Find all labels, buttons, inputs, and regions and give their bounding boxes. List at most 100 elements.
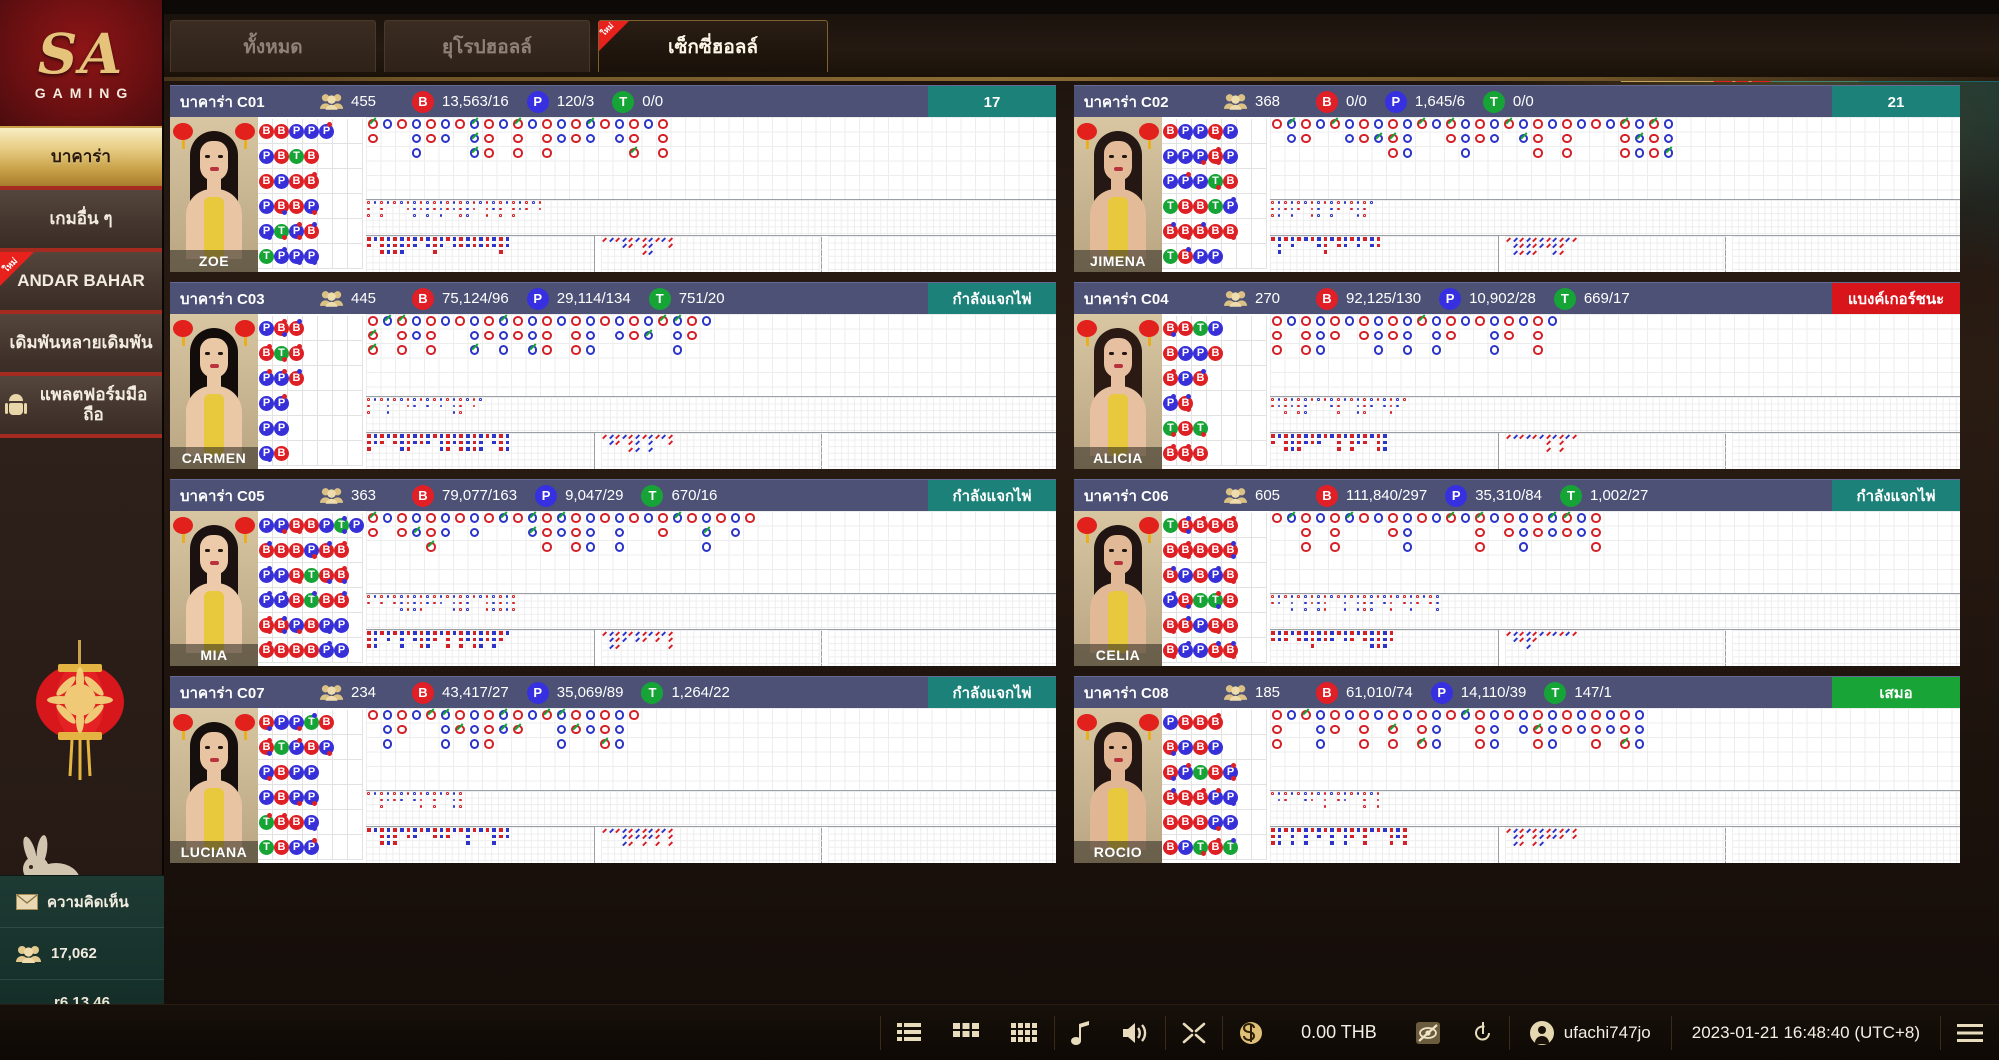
roads-panel[interactable] (366, 511, 1056, 666)
bead-cell: P (258, 785, 274, 810)
bead-cell: B (258, 710, 274, 735)
bead-cell: B (258, 538, 274, 563)
bead-cell: B (273, 638, 289, 663)
table-card[interactable]: บาคาร่า C08 185 B 61,010/74 P 14,110/39 T 147/1… (1074, 676, 1960, 863)
sidebar-item-multibet[interactable]: เดิมพันหลายเดิมพัน (0, 314, 162, 376)
bead-plate-road[interactable]: BBTPBPPBBPBPBTBTBBB (1162, 314, 1270, 469)
cockroach-pig-road (601, 433, 822, 469)
bead-plate-road[interactable]: BPPBPPPPBPPPPTBTBBTPBBBBBTBPP (1162, 117, 1270, 272)
table-card[interactable]: บาคาร่า C05 363 B 79,077/163 P 9,047/29 T 670/1… (170, 479, 1056, 666)
table-card[interactable]: บาคาร่า C04 270 B 92,125/130 P 10,902/28 T 669/… (1074, 282, 1960, 469)
table-card[interactable]: บาคาร่า C03 445 B 75,124/96 P 29,114/134 T 751/… (170, 282, 1056, 469)
grid-view-icon[interactable] (937, 1005, 995, 1060)
coin-icon[interactable] (1223, 1005, 1279, 1060)
roads-panel[interactable] (366, 708, 1056, 863)
bead-plate-road[interactable]: TBBBBBBBBBBPBPBPBTTBBBPBBBPPBB (1162, 511, 1270, 666)
dealer-name: LUCIANA (170, 841, 258, 863)
table-card[interactable]: บาคาร่า C07 234 B 43,417/27 P 35,069/89 T 1,264… (170, 676, 1056, 863)
sidebar-item-label: ANDAR BAHAR (17, 271, 145, 290)
bead-dot-b: B (1163, 224, 1178, 239)
table-card[interactable]: บาคาร่า C01 455 B 13,563/16 P 120/3 T 0/0 17 ZOE B… (170, 85, 1056, 272)
roads-panel[interactable] (366, 314, 1056, 469)
top-bar-gold-underline (0, 77, 1999, 81)
fullscreen-icon[interactable] (1166, 1005, 1222, 1060)
sidebar: SA GAMING บาคาร่า เกมอื่น ๆ ใหม่ ANDAR B… (0, 0, 164, 1060)
bead-pair-pip (1216, 629, 1221, 634)
roads-panel[interactable] (1270, 314, 1960, 469)
dense-grid-view-icon[interactable] (995, 1005, 1054, 1060)
bead-pair-pip (1186, 172, 1191, 177)
table-header: บาคาร่า C05 363 B 79,077/163 P 9,047/29 T 670/1… (170, 479, 1056, 512)
tie-badge-icon: T (648, 287, 671, 310)
bead-pair-pip (312, 260, 317, 265)
roads-panel[interactable] (366, 117, 1056, 272)
bead-cell: B (1207, 119, 1223, 144)
table-player-count: 605 (1224, 487, 1316, 504)
table-body[interactable]: JIMENA B P P B P P P P B P P P P T B T B B T P B B B B B T B P P (1074, 117, 1960, 272)
volume-icon[interactable] (1107, 1005, 1165, 1060)
user-account[interactable]: ufachi747jo (1510, 1020, 1671, 1045)
tab-europe-hall[interactable]: ยุโรปฮอลล์ (384, 20, 590, 72)
bead-plate-road[interactable]: PBBBBPBPBPTBPBBBPPBBBPPBPTBT (1162, 708, 1270, 863)
bead-cell (318, 169, 333, 194)
bead-cell (1237, 760, 1252, 785)
table-body[interactable]: LUCIANA B P P T B B T P B P P B P P P B P P T B B P T B P P (170, 708, 1056, 863)
bead-dot-b: B (1208, 643, 1223, 658)
list-view-icon[interactable] (881, 1005, 937, 1060)
table-card[interactable]: บาคาร่า C06 605 B 111,840/297 P 35,310/84 T 1,0… (1074, 479, 1960, 666)
eye-off-icon[interactable] (1399, 1005, 1457, 1060)
table-body[interactable]: ROCIO P B B B B P B P B P T B P B B B P P B B B P P B P T B T (1074, 708, 1960, 863)
bead-cell (1252, 119, 1267, 144)
bead-cell (1207, 366, 1222, 391)
bead-pair-pip (1171, 629, 1176, 634)
cockroach-pig-road-extra (828, 433, 1056, 469)
bead-cell: B (1177, 244, 1193, 269)
roads-panel[interactable] (1270, 511, 1960, 666)
people-icon (1224, 290, 1248, 307)
table-body[interactable]: CARMEN P B B B T B P P B P P P P P B (170, 314, 1056, 469)
refresh-icon[interactable] (1457, 1005, 1509, 1060)
bead-dot-p: P (1193, 618, 1208, 633)
bead-plate-road[interactable]: PPBBPTPBBBPBBPPBTBBPPBTBBBBPBPPBBBBPP (258, 511, 366, 666)
bead-cell: P (273, 366, 289, 391)
bead-pair-pip (342, 579, 347, 584)
bead-cell: B (303, 169, 319, 194)
table-card[interactable]: บาคาร่า C02 368 B 0/0 P 1,645/6 T 0/0 21 JIMENA B P… (1074, 85, 1960, 272)
hamburger-menu-icon[interactable] (1941, 1005, 1999, 1060)
bead-pair-pip (282, 357, 287, 362)
table-body[interactable]: ZOE B B P P P P B T B B P B B P B B P P T P B T P P P (170, 117, 1056, 272)
bead-dot-p: P (1223, 124, 1238, 139)
bead-plate-road[interactable]: BBPPPPBTBBPBBPBBPPTPBTPPP (258, 117, 366, 272)
bead-pair-pip (1216, 185, 1221, 190)
tab-all[interactable]: ทั้งหมด (170, 20, 376, 72)
music-note-icon[interactable] (1055, 1005, 1107, 1060)
bead-cell: P (318, 735, 334, 760)
bead-cell: B (288, 513, 304, 538)
table-player-count: 445 (320, 290, 412, 307)
roads-panel[interactable] (1270, 708, 1960, 863)
sidebar-item-baccarat[interactable]: บาคาร่า (0, 128, 162, 190)
bead-cell (348, 760, 363, 785)
bead-plate-road[interactable]: BPPTBBTPBPPBPPPBPPTBBPTBPP (258, 708, 366, 863)
cockroach-pig-road-extra (828, 236, 1056, 272)
roads-panel[interactable] (1270, 117, 1960, 272)
bead-pair-pip (312, 222, 317, 227)
table-body[interactable]: MIA P P B B P T P B B B P B B P P B T B B P P B T B B B B P B P P B B B B P P (170, 511, 1056, 666)
bead-cell (1252, 638, 1267, 663)
tab-sexy-hall[interactable]: ใหม่ เซ็กซี่ฮอลล์ (598, 20, 828, 72)
bead-cell (1192, 391, 1207, 416)
table-body[interactable]: CELIA T B B B B B B B B B B P B P B P B T T B B B P B B B P P B B (1074, 511, 1960, 666)
brand-logo[interactable]: SA GAMING (0, 0, 162, 128)
bead-cell: B (273, 316, 289, 341)
bead-cell: P (1222, 760, 1238, 785)
sidebar-item-mobile-platform[interactable]: แพลตฟอร์มมือถือ (0, 376, 162, 438)
bead-cell: P (273, 244, 289, 269)
sidebar-feedback-button[interactable]: ความคิดเห็น (0, 876, 164, 928)
bead-plate-road[interactable]: PBBBTBPPBPPPPPB (258, 314, 366, 469)
bead-cell (348, 613, 363, 638)
table-body[interactable]: ALICIA B B T P B P P B B P B P B T B T B B B (1074, 314, 1960, 469)
sidebar-item-other-games[interactable]: เกมอื่น ๆ (0, 190, 162, 252)
bead-dot-b: B (289, 346, 304, 361)
sidebar-item-andar-bahar[interactable]: ใหม่ ANDAR BAHAR (0, 252, 162, 314)
bead-cell: T (288, 144, 304, 169)
